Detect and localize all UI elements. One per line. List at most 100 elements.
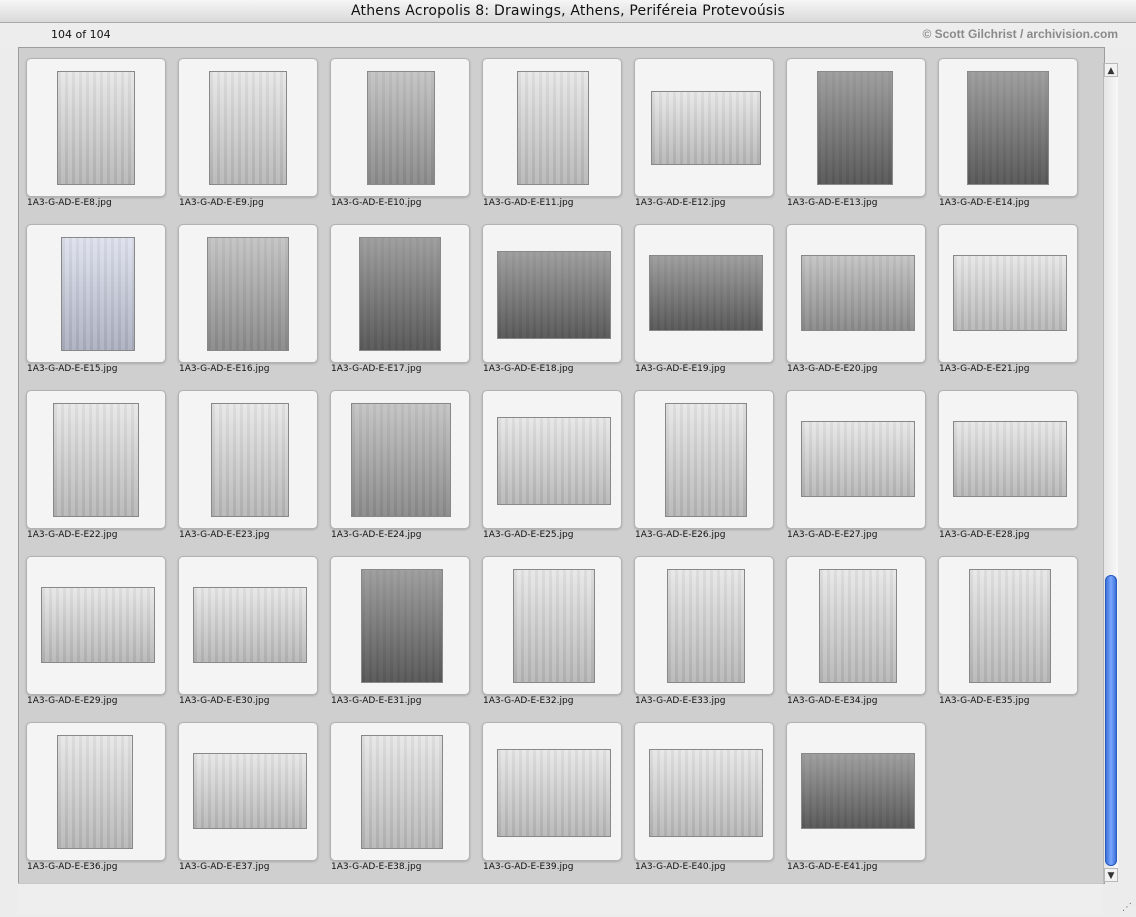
thumbnail-cell[interactable]: 1A3-G-AD-E-E23.jpg — [171, 380, 318, 546]
thumbnail-frame[interactable] — [482, 224, 622, 363]
thumbnail-frame[interactable] — [482, 58, 622, 197]
thumbnail-cell[interactable]: 1A3-G-AD-E-E19.jpg — [627, 214, 774, 380]
thumbnail-cell[interactable]: 1A3-G-AD-E-E29.jpg — [19, 546, 166, 712]
thumbnail-image[interactable] — [57, 735, 133, 849]
thumbnail-frame[interactable] — [482, 390, 622, 529]
thumbnail-frame[interactable] — [26, 556, 166, 695]
thumbnail-image[interactable] — [497, 749, 611, 837]
thumbnail-cell[interactable]: 1A3-G-AD-E-E32.jpg — [475, 546, 622, 712]
thumbnail-cell[interactable]: 1A3-G-AD-E-E37.jpg — [171, 712, 318, 878]
thumbnail-image[interactable] — [649, 255, 763, 331]
thumbnail-frame[interactable] — [938, 224, 1078, 363]
scroll-down-arrow-icon[interactable]: ▼ — [1104, 868, 1118, 882]
thumbnail-frame[interactable] — [178, 224, 318, 363]
resize-grip-icon[interactable]: ⋰ — [1120, 901, 1134, 915]
thumbnail-frame[interactable] — [786, 722, 926, 861]
thumbnail-image[interactable] — [513, 569, 595, 683]
thumbnail-image[interactable] — [819, 569, 897, 683]
thumbnail-cell[interactable]: 1A3-G-AD-E-E39.jpg — [475, 712, 622, 878]
thumbnail-cell[interactable]: 1A3-G-AD-E-E22.jpg — [19, 380, 166, 546]
thumbnail-cell[interactable]: 1A3-G-AD-E-E9.jpg — [171, 48, 318, 214]
thumbnail-frame[interactable] — [482, 556, 622, 695]
thumbnail-cell[interactable]: 1A3-G-AD-E-E34.jpg — [779, 546, 926, 712]
thumbnail-frame[interactable] — [634, 224, 774, 363]
thumbnail-cell[interactable]: 1A3-G-AD-E-E10.jpg — [323, 48, 470, 214]
thumbnail-image[interactable] — [497, 417, 611, 505]
thumbnail-cell[interactable]: 1A3-G-AD-E-E25.jpg — [475, 380, 622, 546]
thumbnail-frame[interactable] — [786, 58, 926, 197]
thumbnail-cell[interactable]: 1A3-G-AD-E-E14.jpg — [931, 48, 1078, 214]
thumbnail-image[interactable] — [193, 587, 307, 663]
thumbnail-frame[interactable] — [178, 722, 318, 861]
thumbnail-image[interactable] — [41, 587, 155, 663]
thumbnail-image[interactable] — [651, 91, 761, 165]
thumbnail-image[interactable] — [967, 71, 1049, 185]
thumbnail-image[interactable] — [367, 71, 435, 185]
thumbnail-cell[interactable]: 1A3-G-AD-E-E12.jpg — [627, 48, 774, 214]
thumbnail-frame[interactable] — [26, 722, 166, 861]
thumbnail-cell[interactable]: 1A3-G-AD-E-E27.jpg — [779, 380, 926, 546]
thumbnail-frame[interactable] — [634, 722, 774, 861]
thumbnail-cell[interactable]: 1A3-G-AD-E-E38.jpg — [323, 712, 470, 878]
thumbnail-cell[interactable]: 1A3-G-AD-E-E11.jpg — [475, 48, 622, 214]
thumbnail-image[interactable] — [649, 749, 763, 837]
thumbnail-image[interactable] — [53, 403, 139, 517]
thumbnail-cell[interactable]: 1A3-G-AD-E-E28.jpg — [931, 380, 1078, 546]
thumbnail-cell[interactable]: 1A3-G-AD-E-E41.jpg — [779, 712, 926, 878]
thumbnail-image[interactable] — [969, 569, 1051, 683]
thumbnail-frame[interactable] — [634, 58, 774, 197]
thumbnail-cell[interactable]: 1A3-G-AD-E-E15.jpg — [19, 214, 166, 380]
thumbnail-image[interactable] — [361, 735, 443, 849]
thumbnail-cell[interactable]: 1A3-G-AD-E-E21.jpg — [931, 214, 1078, 380]
thumbnail-frame[interactable] — [938, 390, 1078, 529]
thumbnail-frame[interactable] — [330, 224, 470, 363]
thumbnail-frame[interactable] — [482, 722, 622, 861]
thumbnail-image[interactable] — [517, 71, 589, 185]
thumbnail-cell[interactable]: 1A3-G-AD-E-E17.jpg — [323, 214, 470, 380]
thumbnail-frame[interactable] — [330, 722, 470, 861]
thumbnail-frame[interactable] — [938, 58, 1078, 197]
scroll-thumb[interactable] — [1105, 575, 1117, 866]
thumbnail-frame[interactable] — [786, 224, 926, 363]
thumbnail-image[interactable] — [209, 71, 287, 185]
thumbnail-frame[interactable] — [26, 58, 166, 197]
thumbnail-image[interactable] — [665, 403, 747, 517]
thumbnail-frame[interactable] — [938, 556, 1078, 695]
thumbnail-cell[interactable]: 1A3-G-AD-E-E13.jpg — [779, 48, 926, 214]
thumbnail-image[interactable] — [801, 255, 915, 331]
thumbnail-image[interactable] — [953, 421, 1067, 497]
thumbnail-cell[interactable]: 1A3-G-AD-E-E18.jpg — [475, 214, 622, 380]
thumbnail-frame[interactable] — [26, 224, 166, 363]
thumbnail-frame[interactable] — [178, 556, 318, 695]
thumbnail-cell[interactable]: 1A3-G-AD-E-E8.jpg — [19, 48, 166, 214]
thumbnail-frame[interactable] — [786, 390, 926, 529]
thumbnail-image[interactable] — [351, 403, 451, 517]
thumbnail-cell[interactable]: 1A3-G-AD-E-E26.jpg — [627, 380, 774, 546]
thumbnail-image[interactable] — [801, 421, 915, 497]
thumbnail-cell[interactable]: 1A3-G-AD-E-E36.jpg — [19, 712, 166, 878]
thumbnail-cell[interactable]: 1A3-G-AD-E-E35.jpg — [931, 546, 1078, 712]
thumbnail-image[interactable] — [61, 237, 135, 351]
thumbnail-image[interactable] — [57, 71, 135, 185]
thumbnail-grid[interactable]: 1A3-G-AD-E-E8.jpg 1A3-G-AD-E-E9.jpg 1A3-G-… — [18, 47, 1105, 884]
vertical-scrollbar[interactable]: ▲ ▼ — [1103, 63, 1118, 882]
thumbnail-cell[interactable]: 1A3-G-AD-E-E31.jpg — [323, 546, 470, 712]
scroll-up-arrow-icon[interactable]: ▲ — [1104, 63, 1118, 77]
thumbnail-image[interactable] — [497, 251, 611, 339]
thumbnail-frame[interactable] — [634, 556, 774, 695]
thumbnail-image[interactable] — [211, 403, 289, 517]
thumbnail-frame[interactable] — [26, 390, 166, 529]
thumbnail-cell[interactable]: 1A3-G-AD-E-E30.jpg — [171, 546, 318, 712]
thumbnail-frame[interactable] — [178, 58, 318, 197]
thumbnail-cell[interactable]: 1A3-G-AD-E-E40.jpg — [627, 712, 774, 878]
thumbnail-frame[interactable] — [786, 556, 926, 695]
thumbnail-cell[interactable]: 1A3-G-AD-E-E24.jpg — [323, 380, 470, 546]
thumbnail-cell[interactable]: 1A3-G-AD-E-E20.jpg — [779, 214, 926, 380]
thumbnail-frame[interactable] — [330, 556, 470, 695]
thumbnail-image[interactable] — [207, 237, 289, 351]
thumbnail-cell[interactable]: 1A3-G-AD-E-E33.jpg — [627, 546, 774, 712]
thumbnail-image[interactable] — [359, 237, 441, 351]
thumbnail-image[interactable] — [817, 71, 893, 185]
thumbnail-image[interactable] — [801, 753, 915, 829]
thumbnail-frame[interactable] — [178, 390, 318, 529]
